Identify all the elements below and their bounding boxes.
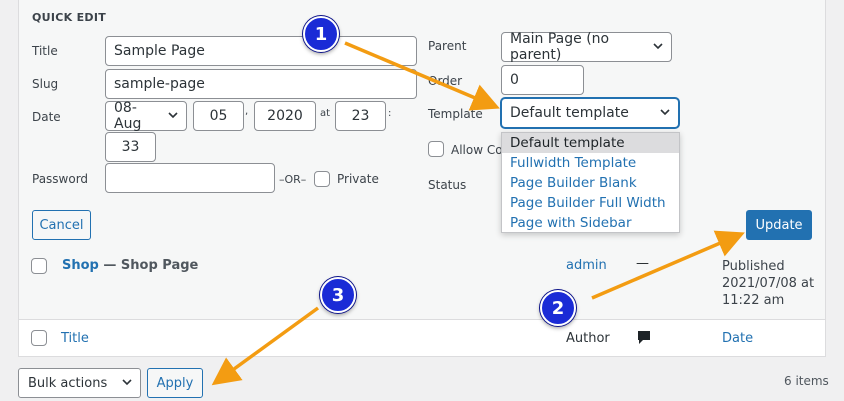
annotation-arrows — [211, 41, 745, 386]
annotation-badge-2: 2 — [540, 290, 576, 326]
arrow-1 — [344, 41, 500, 111]
annotation-badge-3: 3 — [320, 277, 356, 313]
annotation-badge-1: 1 — [303, 16, 339, 52]
arrow-3 — [211, 306, 320, 386]
arrow-2 — [591, 230, 745, 300]
